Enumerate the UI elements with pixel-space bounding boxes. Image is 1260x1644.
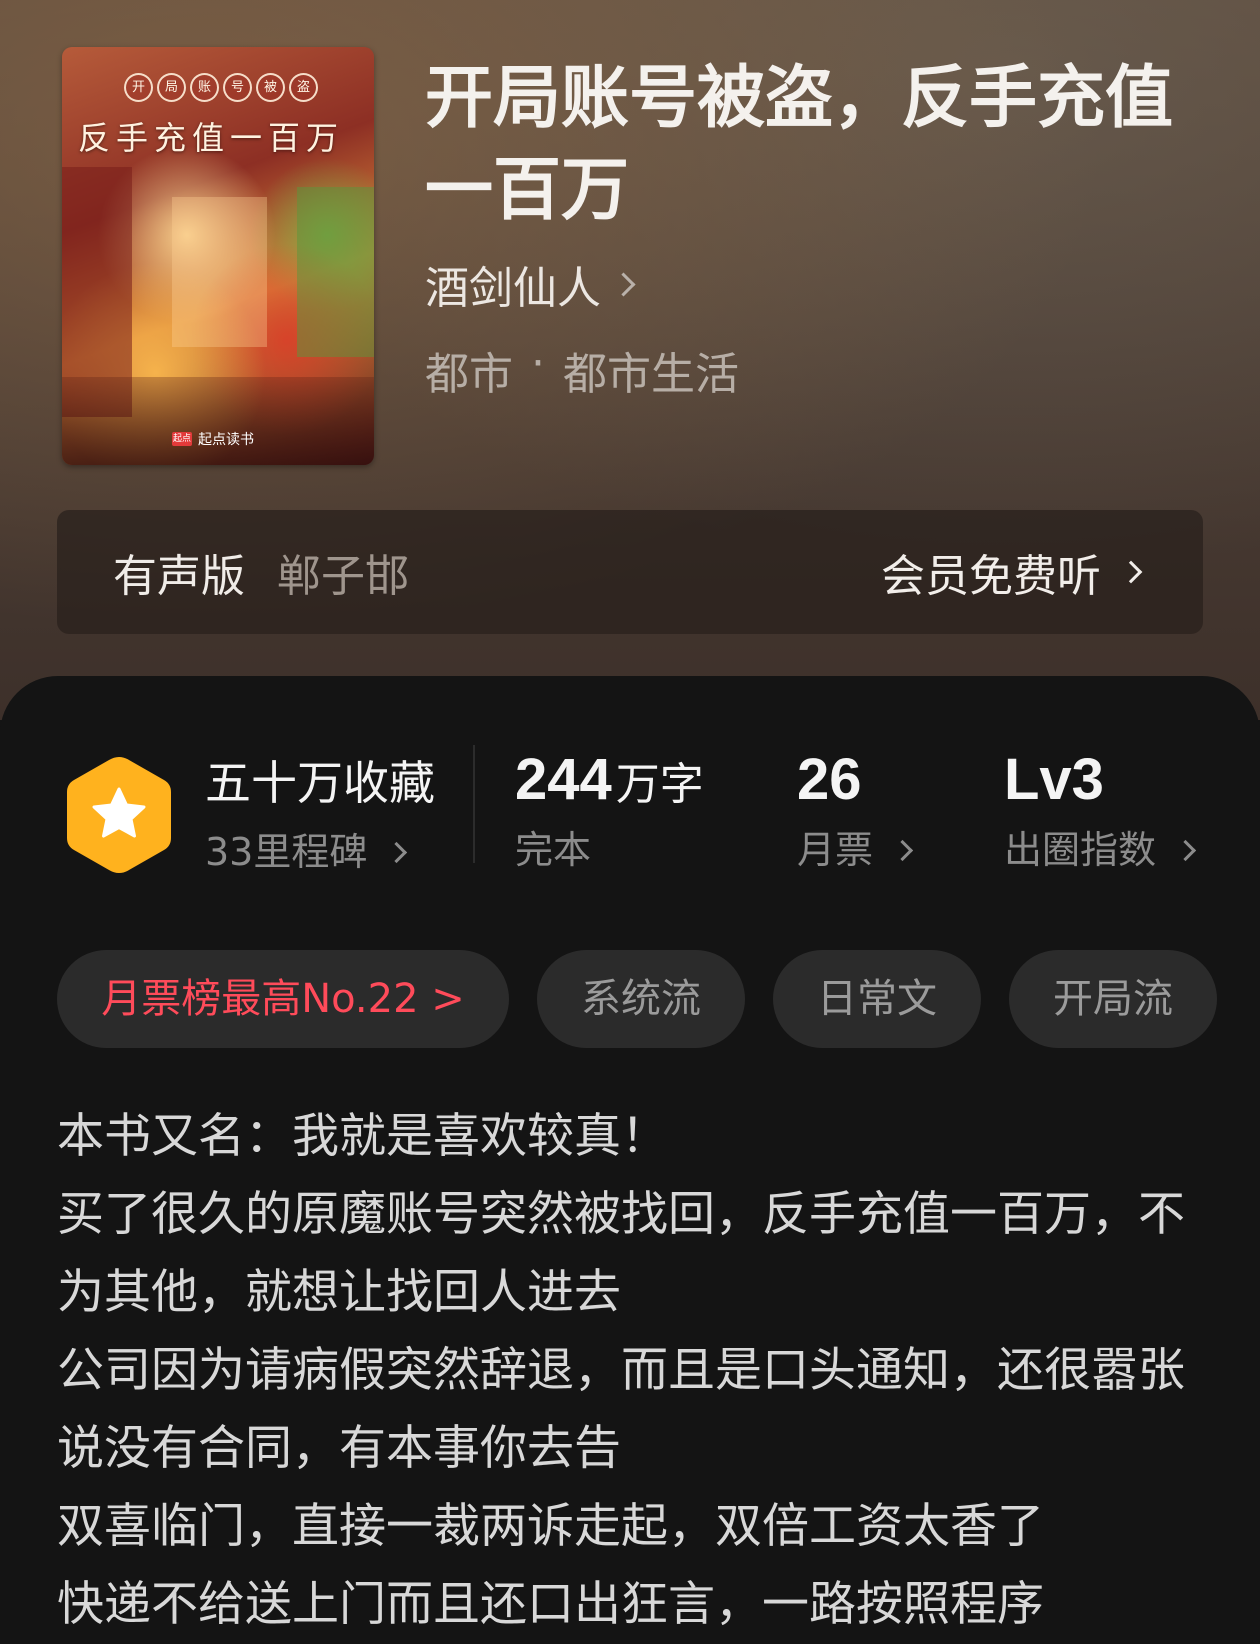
audio-version-label: 有声版 xyxy=(113,551,245,602)
star-hexagon-icon xyxy=(67,757,171,873)
word-count-unit: 万字 xyxy=(615,759,704,810)
cover-seal: 开 xyxy=(124,73,153,102)
cover-building-center xyxy=(172,197,267,347)
monthly-ticket-stat[interactable]: 26 月票 xyxy=(797,745,914,875)
synopsis-line: 双喜临门，直接一裁两诉走起，双倍工资太香了 xyxy=(57,1499,1044,1554)
cover-seal: 账 xyxy=(190,73,219,102)
chevron-right-icon xyxy=(1174,839,1197,861)
cover-brand-label: 起点读书 xyxy=(198,432,254,448)
monthly-ticket-value: 26 xyxy=(797,747,862,812)
completion-status: 完本 xyxy=(515,828,592,872)
synopsis-line: 买了很久的原魔账号突然被找回，反手充值一百万，不为其他，就想让找回人进去 xyxy=(57,1187,1185,1320)
book-genre: 都市 · 都市生活 xyxy=(425,338,739,402)
chevron-right-icon xyxy=(611,271,636,297)
genre-subcategory: 都市生活 xyxy=(563,349,739,400)
circle-index-stat[interactable]: Lv3 出圈指数 xyxy=(1004,745,1197,875)
cover-seal: 盗 xyxy=(289,73,318,102)
monthly-ticket-label: 月票 xyxy=(797,828,874,872)
book-synopsis[interactable]: 本书又名：我就是喜欢较真！ 买了很久的原魔账号突然被找回，反手充值一百万，不为其… xyxy=(57,1098,1187,1644)
cover-seal: 局 xyxy=(157,73,186,102)
tag-daily-life[interactable]: 日常文 xyxy=(773,950,981,1048)
collection-badge-icon xyxy=(63,753,175,877)
cover-seal: 被 xyxy=(256,73,285,102)
cover-brand: 起点 起点读书 xyxy=(172,429,254,449)
tag-system-flow[interactable]: 系统流 xyxy=(537,950,745,1048)
synopsis-line: 快递不给送上门而且还口出狂言，一路按照程序 xyxy=(57,1577,1044,1632)
cover-title-text: 反手充值一百万 xyxy=(78,119,345,157)
audio-version-bar[interactable]: 有声版 郸子邯 会员免费听 xyxy=(57,510,1203,634)
synopsis-line: 公司因为请病假突然辞退，而且是口头通知，还很嚣张说没有合同，有本事你去告 xyxy=(57,1343,1185,1476)
book-title: 开局账号被盗，反手充值一百万 xyxy=(425,58,1174,230)
genre-category: 都市 xyxy=(425,349,513,400)
milestone-label: 33里程碑 xyxy=(205,830,368,874)
book-cover-image[interactable]: 开 局 账 号 被 盗 反手充值一百万 起点 起点读书 xyxy=(62,47,374,465)
brand-logo-icon: 起点 xyxy=(172,432,192,446)
author-link[interactable]: 酒剑仙人 xyxy=(425,252,636,316)
circle-index-value: Lv3 xyxy=(1004,747,1104,812)
genre-separator: · xyxy=(531,338,545,389)
synopsis-line: 本书又名：我就是喜欢较真！ xyxy=(57,1109,668,1164)
member-free-listen-label: 会员免费听 xyxy=(881,551,1101,602)
word-count-stat: 244万字 完本 xyxy=(515,745,704,875)
tag-opening-flow[interactable]: 开局流 xyxy=(1009,950,1217,1048)
collection-stat[interactable]: 五十万收藏 33里程碑 xyxy=(205,755,435,877)
stat-divider xyxy=(473,745,475,863)
audio-narrator: 郸子邯 xyxy=(277,551,409,602)
monthly-rank-tag[interactable]: 月票榜最高No.22 > xyxy=(57,950,509,1048)
cover-building-right xyxy=(297,187,374,357)
member-free-listen-button[interactable]: 会员免费听 xyxy=(881,540,1143,604)
milestone-link[interactable]: 33里程碑 xyxy=(205,827,435,877)
cover-street xyxy=(62,377,374,465)
cover-seal-row: 开 局 账 号 被 盗 xyxy=(124,73,318,102)
chevron-right-icon xyxy=(891,839,914,861)
tag-row: 月票榜最高No.22 > 系统流 日常文 开局流 xyxy=(57,950,1217,1048)
cover-seal: 号 xyxy=(223,73,252,102)
collection-count: 五十万收藏 xyxy=(205,756,435,810)
chevron-right-icon xyxy=(1119,560,1143,584)
circle-index-label: 出圈指数 xyxy=(1004,828,1157,872)
author-name: 酒剑仙人 xyxy=(425,263,601,314)
chevron-right-icon xyxy=(386,841,408,863)
word-count-value: 244 xyxy=(515,747,612,812)
